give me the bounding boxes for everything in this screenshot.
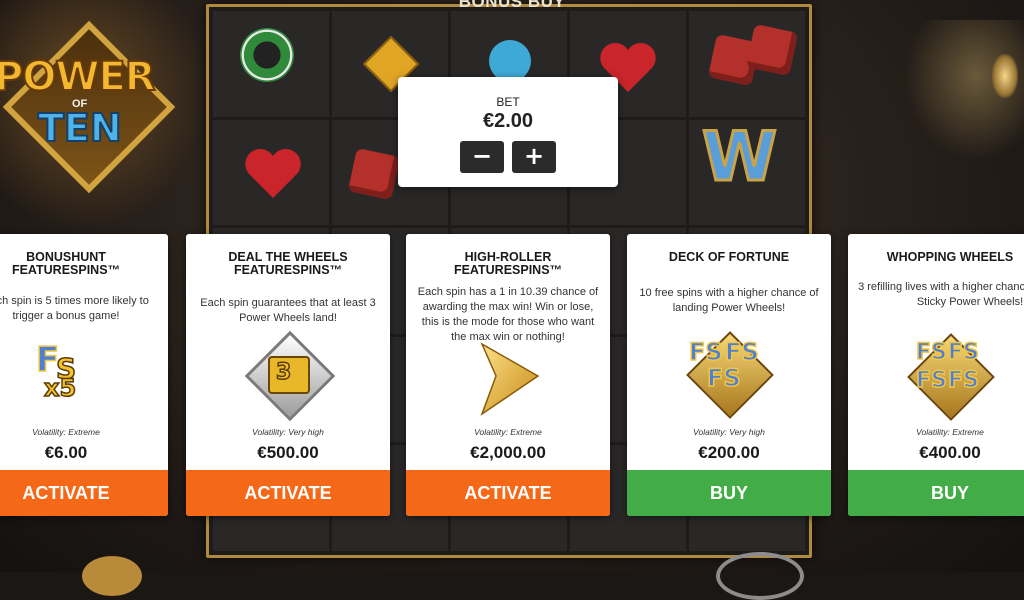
card-price: €400.00 bbox=[919, 443, 981, 462]
card-description: Each spin is 5 times more likely to trig… bbox=[0, 295, 149, 322]
bet-increase-button[interactable]: + bbox=[512, 141, 556, 173]
feature-card-deck-of-fortune: DECK OF FORTUNE 10 free spins with a hig… bbox=[627, 234, 831, 516]
card-title: DEAL THE WHEELS FEATURESPINS™ bbox=[228, 250, 348, 277]
card-description: 3 refilling lives with a higher chance o… bbox=[858, 281, 1024, 308]
card-volatility: Volatility: Very high bbox=[252, 427, 324, 437]
bet-panel: BET €2.00 − + bbox=[398, 77, 618, 187]
bet-decrease-button[interactable]: − bbox=[460, 141, 504, 173]
feature-card-bonushunt: BONUSHUNT FEATURESPINS™ Each spin is 5 t… bbox=[0, 234, 168, 516]
dice-icon bbox=[347, 147, 401, 201]
power-wheels-3-icon: 3 bbox=[186, 330, 390, 424]
card-description: Each spin guarantees that at least 3 Pow… bbox=[200, 297, 376, 324]
fs-x5-icon: F S x5 bbox=[35, 339, 77, 403]
logo-text-ten: TEN bbox=[37, 105, 123, 151]
card-price: €2,000.00 bbox=[470, 443, 546, 462]
gold-arrow-icon bbox=[480, 342, 540, 416]
coin-icon bbox=[82, 556, 142, 596]
bet-label: BET bbox=[496, 95, 520, 109]
feature-card-deal-the-wheels: DEAL THE WHEELS FEATURESPINS™ Each spin … bbox=[186, 234, 390, 516]
activate-button[interactable]: ACTIVATE bbox=[186, 470, 390, 516]
spin-ring-icon bbox=[716, 552, 804, 600]
buy-button[interactable]: BUY bbox=[627, 470, 831, 516]
wall-lamp bbox=[992, 54, 1018, 98]
card-price: €200.00 bbox=[698, 443, 760, 462]
bonus-buy-title: BONUS BUY bbox=[458, 0, 566, 11]
activate-button[interactable]: ACTIVATE bbox=[0, 470, 168, 516]
wild-w-icon: W bbox=[700, 117, 778, 199]
card-volatility: Volatility: Very high bbox=[693, 427, 765, 437]
poker-chip-icon bbox=[240, 28, 294, 82]
card-price: €6.00 bbox=[44, 443, 88, 462]
feature-card-high-roller: HIGH-ROLLER FEATURESPINS™ Each spin has … bbox=[406, 234, 610, 516]
card-price: €500.00 bbox=[257, 443, 319, 462]
feature-card-whopping-wheels: WHOPPING WHEELS 3 refilling lives with a… bbox=[848, 234, 1024, 516]
logo-text-power: POWER bbox=[0, 53, 157, 101]
card-title: WHOPPING WHEELS bbox=[886, 250, 1014, 264]
card-volatility: Volatility: Extreme bbox=[916, 427, 984, 437]
gold-arrow-icon bbox=[406, 334, 610, 424]
bet-value: €2.00 bbox=[482, 110, 534, 132]
card-volatility: Volatility: Extreme bbox=[32, 427, 100, 437]
buy-button[interactable]: BUY bbox=[848, 470, 1024, 516]
fs-triple-icon: FS FS FS bbox=[627, 331, 831, 424]
game-logo: POWER OF TEN bbox=[0, 20, 176, 194]
bet-controls: − + bbox=[398, 141, 618, 173]
fs-quad-icon: FS FS FS FS bbox=[848, 333, 1024, 424]
card-title: BONUSHUNT FEATURESPINS™ bbox=[11, 250, 121, 277]
activate-button[interactable]: ACTIVATE bbox=[406, 470, 610, 516]
card-title: DECK OF FORTUNE bbox=[668, 250, 790, 264]
card-description: 10 free spins with a higher chance of la… bbox=[639, 287, 819, 314]
dice-icon bbox=[745, 23, 799, 77]
card-title: HIGH-ROLLER FEATURESPINS™ bbox=[453, 250, 563, 277]
card-volatility: Volatility: Extreme bbox=[474, 427, 542, 437]
